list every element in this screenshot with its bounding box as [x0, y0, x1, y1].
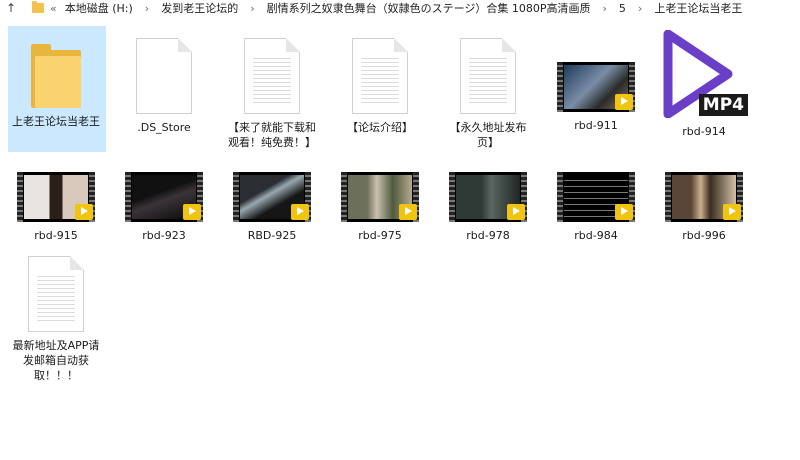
video-thumbnail [665, 172, 743, 222]
file-item[interactable]: 【论坛介绍】 [333, 30, 427, 135]
breadcrumb-folder-4[interactable]: 上老王论坛当老王 [652, 0, 744, 16]
video-item[interactable]: rbd-915 [9, 166, 103, 243]
video-item[interactable]: rbd-975 [333, 166, 427, 243]
item-label: rbd-915 [34, 229, 78, 242]
video-thumbnail [125, 172, 203, 222]
item-label: rbd-978 [466, 229, 510, 242]
item-label: rbd-996 [682, 229, 726, 242]
item-label: 【论坛介绍】 [347, 121, 413, 134]
breadcrumb-drive[interactable]: 本地磁盘 (H:) [63, 0, 135, 16]
item-label: rbd-914 [682, 125, 726, 138]
folder-icon [31, 42, 81, 108]
player-badge-icon [75, 204, 93, 220]
file-icon [136, 38, 192, 114]
video-item[interactable]: rbd-984 [549, 166, 643, 243]
item-label: rbd-984 [574, 229, 618, 242]
item-label: .DS_Store [137, 121, 191, 134]
item-label: 【来了就能下载和观看！纯免费！】 [228, 121, 316, 149]
folder-icon [32, 1, 44, 13]
video-item[interactable]: rbd-923 [117, 166, 211, 243]
file-item[interactable]: 【来了就能下载和观看！纯免费！】 [225, 30, 319, 150]
file-item[interactable]: 【永久地址发布页】 [441, 30, 535, 150]
breadcrumb-folder-3[interactable]: 5 [617, 2, 628, 15]
item-label: rbd-923 [142, 229, 186, 242]
breadcrumb-folder-2[interactable]: 剧情系列之奴隶色舞台（奴隷色のステージ）合集 1080P高清画质 [265, 0, 593, 16]
video-item[interactable]: RBD-925 [225, 166, 319, 243]
folder-item[interactable]: 上老王论坛当老王 [9, 30, 103, 129]
document-icon [352, 38, 408, 114]
player-badge-icon [615, 94, 633, 110]
item-label: 【永久地址发布页】 [449, 121, 527, 149]
video-item[interactable]: rbd-996 [657, 166, 751, 243]
player-badge-icon [615, 204, 633, 220]
chevron-left-icon[interactable]: « [50, 2, 57, 15]
player-badge-icon [183, 204, 201, 220]
document-icon [28, 256, 84, 332]
file-item[interactable]: 最新地址及APP请发邮箱自动获取！！！ [9, 248, 103, 383]
item-label: rbd-975 [358, 229, 402, 242]
breadcrumb-separator: › [144, 1, 150, 15]
player-badge-icon [399, 204, 417, 220]
video-thumbnail [449, 172, 527, 222]
document-icon [244, 38, 300, 114]
breadcrumb-separator: › [602, 1, 607, 15]
mp4-label: MP4 [698, 94, 748, 116]
video-thumbnail [557, 172, 635, 222]
item-label: RBD-925 [247, 229, 297, 242]
video-item[interactable]: rbd-978 [441, 166, 535, 243]
document-icon [460, 38, 516, 114]
video-thumbnail [341, 172, 419, 222]
player-badge-icon [723, 204, 741, 220]
address-bar[interactable]: ↑ « 本地磁盘 (H:) › 发到老王论坛的 › 剧情系列之奴隶色舞台（奴隷色… [0, 0, 800, 16]
video-item[interactable]: rbd-911 [549, 30, 643, 133]
breadcrumb-separator: › [250, 1, 255, 15]
mp4-icon: MP4 [658, 29, 750, 119]
video-thumbnail [557, 62, 635, 112]
file-item[interactable]: .DS_Store [117, 30, 211, 135]
player-badge-icon [507, 204, 525, 220]
up-arrow-icon[interactable]: ↑ [4, 0, 18, 16]
breadcrumb-separator: › [637, 1, 643, 15]
item-label: 上老王论坛当老王 [12, 115, 100, 128]
video-thumbnail [17, 172, 95, 222]
item-label: 最新地址及APP请发邮箱自动获取！！！ [12, 339, 100, 382]
player-badge-icon [291, 204, 309, 220]
video-item[interactable]: MP4 rbd-914 [657, 29, 751, 139]
breadcrumb-folder-1[interactable]: 发到老王论坛的 [159, 0, 240, 16]
video-thumbnail [233, 172, 311, 222]
item-label: rbd-911 [574, 119, 618, 132]
